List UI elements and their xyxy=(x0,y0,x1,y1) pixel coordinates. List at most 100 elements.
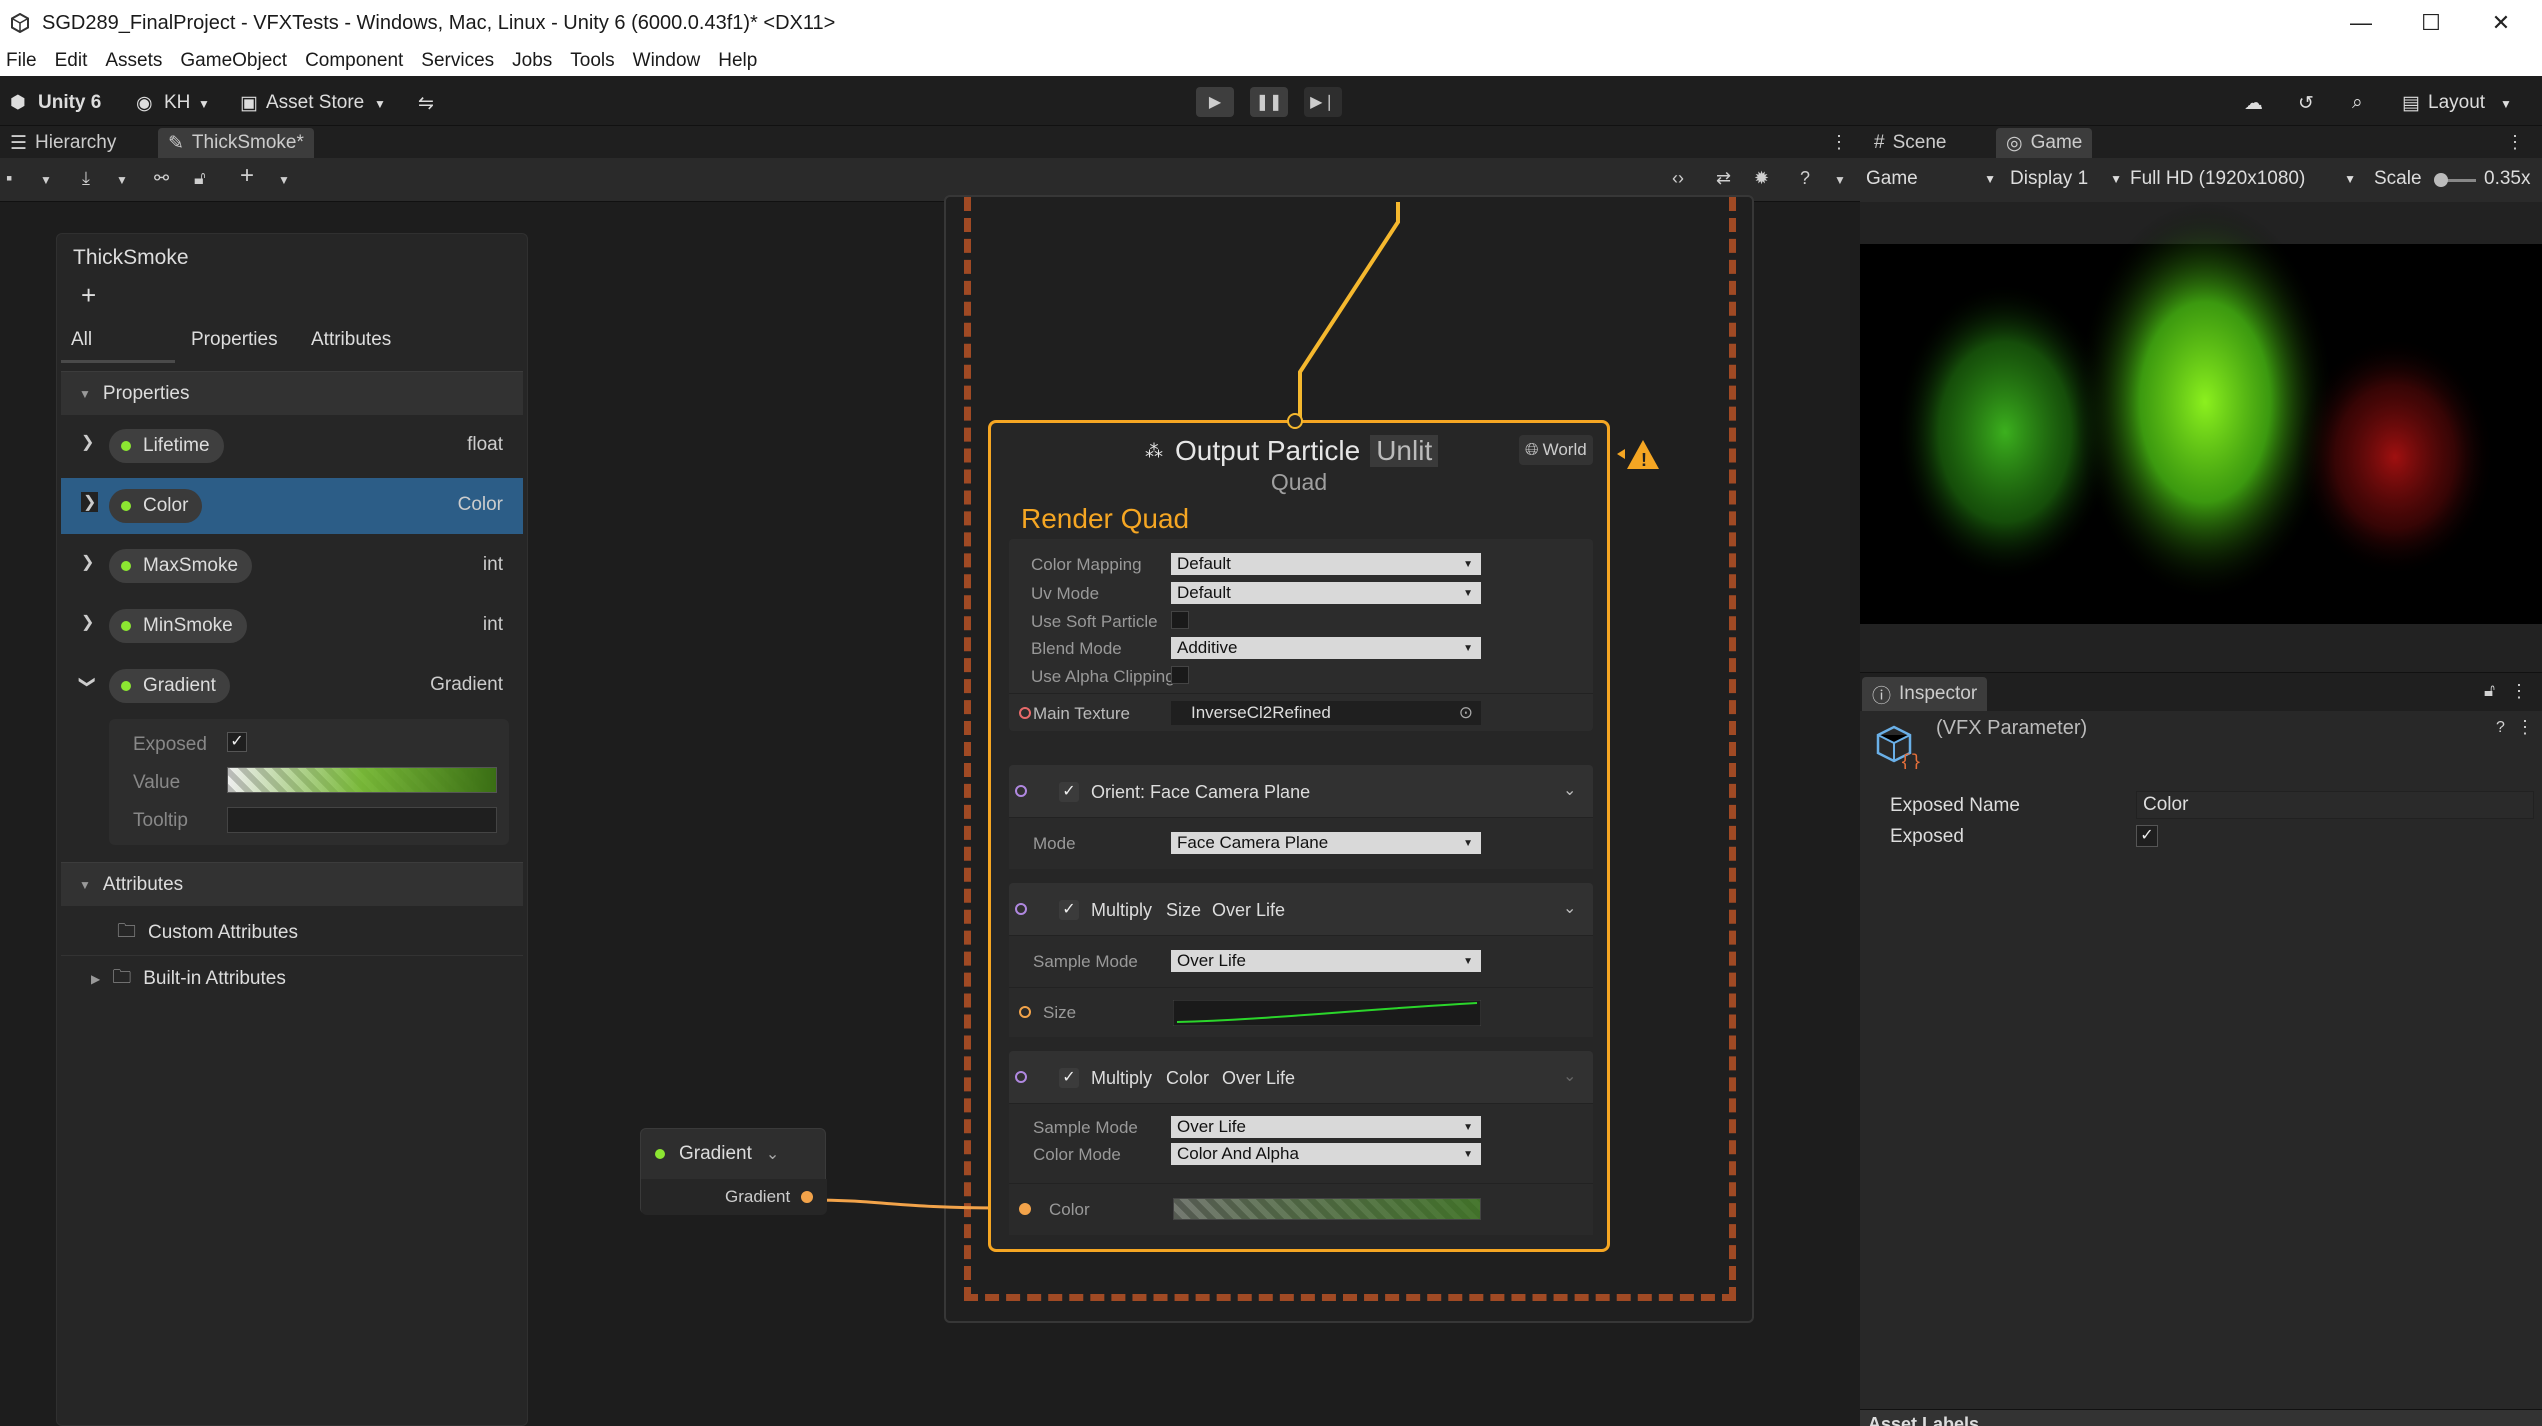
size-over-life-block[interactable]: ✓ Multiply Size Over Life ⌄ Sample Mode … xyxy=(1009,883,1593,1037)
block-port[interactable] xyxy=(1015,785,1027,797)
chevron-down-icon[interactable]: ▼ xyxy=(278,173,290,187)
soft-particle-checkbox[interactable] xyxy=(1171,611,1189,629)
play-button[interactable]: ▶ xyxy=(1196,87,1234,117)
layout-button[interactable]: Layout xyxy=(2428,92,2485,114)
exposed-checkbox[interactable]: ✓ xyxy=(227,732,247,752)
game-view[interactable] xyxy=(1860,202,2542,672)
lock-icon[interactable]: 🔓︎ xyxy=(194,168,206,189)
color-mapping-dropdown[interactable]: Default xyxy=(1171,553,1481,575)
property-row[interactable]: ❯ MaxSmoke int xyxy=(61,538,523,594)
account-button[interactable]: KH xyxy=(164,92,190,114)
menu-component[interactable]: Component xyxy=(305,50,403,72)
color-mode-dropdown[interactable]: Color And Alpha xyxy=(1171,1143,1481,1165)
chevron-down-icon[interactable]: ⌄ xyxy=(1563,1066,1576,1086)
step-button[interactable]: ▶❘ xyxy=(1304,87,1342,117)
version-control-icon[interactable]: ⇋ xyxy=(418,92,434,115)
custom-attributes-item[interactable]: 🗀︎ Custom Attributes xyxy=(61,910,523,956)
property-pill[interactable]: MaxSmoke xyxy=(109,549,253,583)
alpha-clipping-checkbox[interactable] xyxy=(1171,666,1189,684)
gradient-property-node[interactable]: Gradient ⌄ Gradient xyxy=(640,1128,827,1215)
property-row[interactable]: ❯ Lifetime float xyxy=(61,418,523,474)
chevron-down-icon[interactable]: ⌄ xyxy=(1563,898,1576,918)
orient-block[interactable]: ✓ Orient: Face Camera Plane ⌄ Mode Face … xyxy=(1009,765,1593,869)
triangle-right-icon[interactable]: ▶ xyxy=(91,972,100,986)
more-options-icon[interactable]: ⋮ xyxy=(2506,132,2524,153)
menu-file[interactable]: File xyxy=(6,50,37,72)
chevron-down-icon[interactable]: ▼ xyxy=(1834,173,1846,187)
asset-store-button[interactable]: Asset Store xyxy=(266,92,364,114)
chevron-down-icon[interactable]: ▼ xyxy=(374,97,386,111)
menu-window[interactable]: Window xyxy=(633,50,701,72)
chevron-down-icon[interactable]: ⌄ xyxy=(766,1144,779,1164)
size-curve-field[interactable] xyxy=(1173,1000,1481,1026)
resolution-dropdown[interactable]: Full HD (1920x1080) ▼ xyxy=(2130,164,2356,194)
menu-services[interactable]: Services xyxy=(421,50,494,72)
tab-game[interactable]: ◎ Game xyxy=(1996,128,2093,158)
warning-icon[interactable]: ! xyxy=(1617,437,1659,471)
tab-thicksmoke[interactable]: ✎ ThickSmoke* xyxy=(158,128,314,158)
chevron-down-icon[interactable]: ▼ xyxy=(2500,97,2512,111)
mode-dropdown[interactable]: Face Camera Plane xyxy=(1171,832,1481,854)
code-icon[interactable]: ‹› xyxy=(1672,168,1684,189)
sample-mode-dropdown[interactable]: Over Life xyxy=(1171,950,1481,972)
menu-help[interactable]: Help xyxy=(718,50,757,72)
size-enable-checkbox[interactable]: ✓ xyxy=(1059,900,1079,920)
block-port[interactable] xyxy=(1015,903,1027,915)
property-pill[interactable]: Lifetime xyxy=(109,429,224,463)
tab-scene[interactable]: # Scene xyxy=(1864,128,1956,158)
color-over-life-block[interactable]: ✓ Multiply Color Over Life ⌄ Sample Mode… xyxy=(1009,1051,1593,1235)
property-row[interactable]: ❯ Color Color xyxy=(61,478,523,534)
exposed-checkbox[interactable]: ✓ xyxy=(2136,825,2158,847)
chevron-right-icon[interactable]: ❯ xyxy=(81,492,99,512)
debug-icon[interactable]: ✹ xyxy=(1754,168,1769,189)
search-icon[interactable]: ⌕ xyxy=(2352,92,2363,114)
asset-labels-bar[interactable]: Asset Labels xyxy=(1860,1409,2542,1426)
scale-slider[interactable] xyxy=(2434,173,2476,187)
chevron-down-icon[interactable]: ▼ xyxy=(198,97,210,111)
chevron-right-icon[interactable]: ❯ xyxy=(81,432,94,452)
chevron-down-icon[interactable]: ▼ xyxy=(116,173,128,187)
unity-brand[interactable]: Unity 6 xyxy=(38,92,101,114)
chevron-right-icon[interactable]: ❯ xyxy=(81,612,94,632)
menu-tools[interactable]: Tools xyxy=(570,50,614,72)
tab-inspector[interactable]: ⓘ Inspector xyxy=(1862,677,1988,711)
minimize-icon[interactable]: — xyxy=(2326,0,2396,46)
menu-assets[interactable]: Assets xyxy=(105,50,162,72)
space-toggle[interactable]: 🌐︎ World xyxy=(1519,435,1593,465)
display-dropdown[interactable]: Display 1 ▼ xyxy=(2010,164,2122,194)
tooltip-input[interactable] xyxy=(227,807,497,833)
menu-jobs[interactable]: Jobs xyxy=(512,50,552,72)
unlink-icon[interactable]: ⚯ xyxy=(154,168,169,189)
flow-input-port[interactable] xyxy=(1287,413,1303,429)
history-icon[interactable]: ↺ xyxy=(2298,92,2314,115)
chevron-right-icon[interactable]: ❯ xyxy=(81,552,94,572)
close-icon[interactable]: ✕ xyxy=(2466,0,2536,46)
exposed-name-input[interactable]: Color xyxy=(2136,791,2534,819)
slider-handle[interactable] xyxy=(2434,173,2448,187)
menu-edit[interactable]: Edit xyxy=(55,50,88,72)
more-options-icon[interactable]: ⋮ xyxy=(2516,717,2534,738)
property-pill[interactable]: Color xyxy=(109,489,203,523)
property-pill[interactable]: MinSmoke xyxy=(109,609,247,643)
help-icon[interactable]: ? xyxy=(1800,168,1810,189)
add-icon[interactable]: + xyxy=(240,162,254,190)
size-port[interactable] xyxy=(1019,1006,1031,1018)
maximize-icon[interactable]: ☐ xyxy=(2396,0,2466,46)
tab-attributes[interactable]: Attributes xyxy=(311,329,391,351)
block-port[interactable] xyxy=(1015,1071,1027,1083)
save-icon[interactable]: ▪ xyxy=(6,168,12,189)
sample-mode-dropdown[interactable]: Over Life xyxy=(1171,1116,1481,1138)
tab-all[interactable]: All xyxy=(71,329,92,351)
size-header[interactable]: ✓ Multiply Size Over Life ⌄ xyxy=(1009,883,1593,935)
pause-button[interactable]: ❚❚ xyxy=(1250,87,1288,117)
color-enable-checkbox[interactable]: ✓ xyxy=(1059,1068,1079,1088)
add-property-button[interactable]: + xyxy=(81,280,96,311)
orient-enable-checkbox[interactable]: ✓ xyxy=(1059,782,1079,802)
more-options-icon[interactable]: ⋮ xyxy=(2510,681,2528,702)
tab-hierarchy[interactable]: ☰ Hierarchy xyxy=(0,128,126,158)
gradient-output-port[interactable] xyxy=(801,1191,813,1203)
chevron-down-icon[interactable]: ▼ xyxy=(40,173,52,187)
builtin-attributes-item[interactable]: ▶ 🗀︎ Built-in Attributes xyxy=(61,956,523,1002)
chevron-down-icon[interactable]: ❯ xyxy=(78,675,98,688)
texture-port[interactable] xyxy=(1019,707,1031,719)
